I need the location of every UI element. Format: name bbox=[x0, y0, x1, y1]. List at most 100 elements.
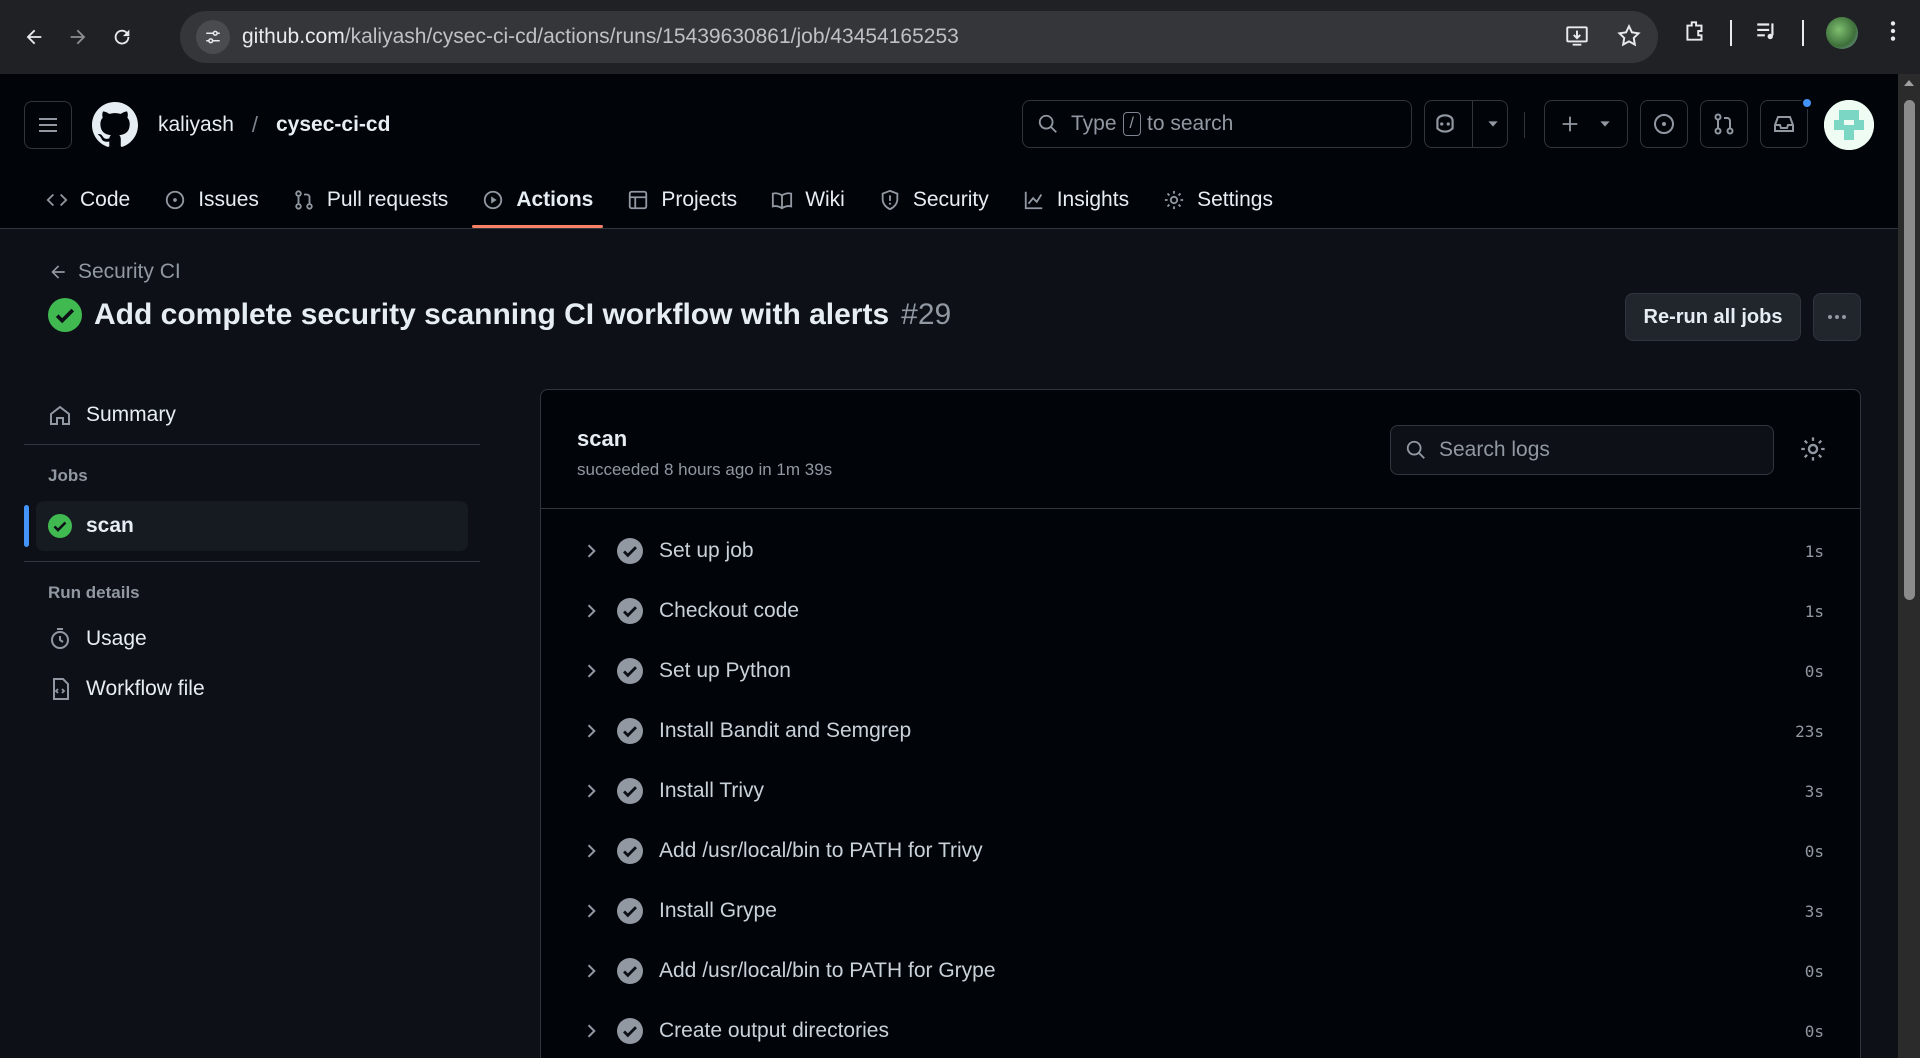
bookmark-star-icon[interactable] bbox=[1616, 23, 1642, 54]
job-header: scan succeeded 8 hours ago in 1m 39s Sea… bbox=[541, 390, 1860, 509]
rerun-all-jobs-button[interactable]: Re-run all jobs bbox=[1625, 293, 1801, 341]
github-logo-icon[interactable] bbox=[92, 102, 138, 148]
job-status-text: succeeded 8 hours ago in 1m 39s bbox=[577, 460, 833, 479]
arrow-left-icon bbox=[51, 265, 65, 279]
step-row[interactable]: Set up job 1s bbox=[541, 521, 1860, 581]
chevron-right-icon[interactable] bbox=[581, 1021, 601, 1041]
issues-button[interactable] bbox=[1640, 100, 1688, 148]
chevron-right-icon[interactable] bbox=[581, 661, 601, 681]
inbox-icon bbox=[1774, 116, 1794, 132]
step-row[interactable]: Set up Python 0s bbox=[541, 641, 1860, 701]
chrome-menu-icon[interactable] bbox=[1880, 18, 1906, 49]
sidebar-item-usage[interactable]: Usage bbox=[24, 614, 480, 664]
more-options-button[interactable] bbox=[1813, 293, 1861, 341]
step-duration: 0s bbox=[1804, 961, 1824, 981]
step-success-icon bbox=[617, 658, 643, 684]
site-settings-icon[interactable] bbox=[196, 20, 230, 54]
step-success-icon bbox=[617, 778, 643, 804]
repo-owner-link[interactable]: kaliyash bbox=[158, 113, 234, 137]
user-avatar[interactable] bbox=[1824, 100, 1874, 150]
step-row[interactable]: Add /usr/local/bin to PATH for Grype 0s bbox=[541, 941, 1860, 1001]
tab-issues[interactable]: Issues bbox=[154, 178, 269, 222]
media-controls-icon[interactable] bbox=[1754, 18, 1780, 49]
step-row[interactable]: Add /usr/local/bin to PATH for Trivy 0s bbox=[541, 821, 1860, 881]
repo-navigation: Code Issues Pull requests Actions Projec… bbox=[36, 178, 1297, 228]
chevron-right-icon[interactable] bbox=[581, 541, 601, 561]
tab-code[interactable]: Code bbox=[36, 178, 140, 222]
sidebar-item-workflow-file[interactable]: Workflow file bbox=[24, 664, 480, 714]
reload-icon[interactable] bbox=[102, 17, 142, 57]
tab-insights[interactable]: Insights bbox=[1013, 178, 1139, 222]
toolbar-divider bbox=[1802, 20, 1804, 46]
step-list: Set up job 1s Checkout code 1s Set up Python… bbox=[541, 509, 1860, 1058]
issue-opened-icon bbox=[166, 190, 185, 210]
browser-toolbar: github.com/kaliyash/cysec-ci-cd/actions/… bbox=[0, 0, 1920, 74]
tab-actions[interactable]: Actions bbox=[472, 178, 604, 228]
extensions-icon[interactable] bbox=[1682, 18, 1708, 49]
sidebar-item-summary[interactable]: Summary bbox=[24, 390, 480, 440]
github-header: kaliyash / cysec-ci-cd Type / to search bbox=[0, 74, 1898, 229]
pull-requests-button[interactable] bbox=[1700, 100, 1748, 148]
step-label: Create output directories bbox=[659, 1019, 889, 1042]
chevron-right-icon[interactable] bbox=[581, 841, 601, 861]
home-icon bbox=[50, 405, 70, 425]
address-bar[interactable]: github.com/kaliyash/cysec-ci-cd/actions/… bbox=[180, 11, 1658, 63]
gear-icon[interactable] bbox=[1799, 435, 1827, 463]
chevron-down-icon[interactable] bbox=[1485, 116, 1501, 132]
scroll-thumb[interactable] bbox=[1904, 100, 1915, 600]
search-icon bbox=[1038, 114, 1057, 133]
repo-name-link[interactable]: cysec-ci-cd bbox=[276, 113, 390, 137]
identicon-icon bbox=[1824, 100, 1874, 150]
tab-security[interactable]: Security bbox=[869, 178, 999, 222]
step-row[interactable]: Create output directories 0s bbox=[541, 1001, 1860, 1058]
plus-icon bbox=[1562, 116, 1578, 132]
git-pull-request-icon bbox=[295, 190, 313, 210]
search-logs-placeholder: Search logs bbox=[1439, 438, 1550, 461]
chevron-right-icon[interactable] bbox=[581, 901, 601, 921]
step-row[interactable]: Install Grype 3s bbox=[541, 881, 1860, 941]
step-success-icon bbox=[617, 718, 643, 744]
tab-label: Projects bbox=[661, 188, 738, 211]
step-duration: 0s bbox=[1804, 1021, 1824, 1041]
page-scrollbar[interactable] bbox=[1898, 74, 1920, 1058]
header-divider bbox=[1524, 112, 1525, 138]
shield-icon bbox=[881, 189, 899, 211]
step-success-icon bbox=[617, 898, 643, 924]
tab-pull-requests[interactable]: Pull requests bbox=[283, 178, 458, 222]
search-logs-input[interactable]: Search logs bbox=[1390, 425, 1774, 475]
install-app-icon[interactable] bbox=[1564, 23, 1590, 54]
sidebar-item-label: Summary bbox=[86, 403, 176, 426]
tab-label: Settings bbox=[1197, 188, 1273, 211]
step-row[interactable]: Install Trivy 3s bbox=[541, 761, 1860, 821]
scroll-up-icon[interactable] bbox=[1898, 74, 1920, 92]
tab-wiki[interactable]: Wiki bbox=[761, 178, 855, 222]
create-new-button[interactable] bbox=[1544, 100, 1628, 148]
menu-button[interactable] bbox=[24, 101, 72, 149]
workflow-name: Security CI bbox=[78, 260, 181, 283]
table-icon bbox=[629, 190, 648, 210]
global-search-input[interactable]: Type / to search bbox=[1022, 100, 1412, 148]
book-icon bbox=[772, 192, 793, 210]
success-check-icon bbox=[48, 514, 72, 538]
inbox-button[interactable] bbox=[1760, 97, 1813, 148]
chevron-right-icon[interactable] bbox=[581, 601, 601, 621]
git-pull-request-icon bbox=[1714, 113, 1734, 135]
tab-projects[interactable]: Projects bbox=[617, 178, 747, 222]
chevron-right-icon[interactable] bbox=[581, 721, 601, 741]
jobs-heading: Jobs bbox=[48, 466, 88, 485]
tab-settings[interactable]: Settings bbox=[1153, 178, 1283, 222]
step-row[interactable]: Checkout code 1s bbox=[541, 581, 1860, 641]
issue-opened-icon bbox=[1654, 114, 1674, 134]
chevron-right-icon[interactable] bbox=[581, 781, 601, 801]
sidebar-item-scan-job[interactable]: scan bbox=[24, 501, 468, 551]
back-arrow-icon[interactable] bbox=[14, 17, 54, 57]
tab-label: Wiki bbox=[805, 188, 845, 211]
job-name: scan bbox=[577, 426, 628, 451]
copilot-button[interactable] bbox=[1424, 100, 1508, 148]
profile-avatar[interactable] bbox=[1826, 17, 1858, 49]
step-row[interactable]: Install Bandit and Semgrep 23s bbox=[541, 701, 1860, 761]
chevron-right-icon[interactable] bbox=[581, 961, 601, 981]
step-label: Install Trivy bbox=[659, 779, 765, 802]
workflow-back-link[interactable]: Security CI bbox=[48, 260, 181, 284]
forward-arrow-icon[interactable] bbox=[58, 17, 98, 57]
